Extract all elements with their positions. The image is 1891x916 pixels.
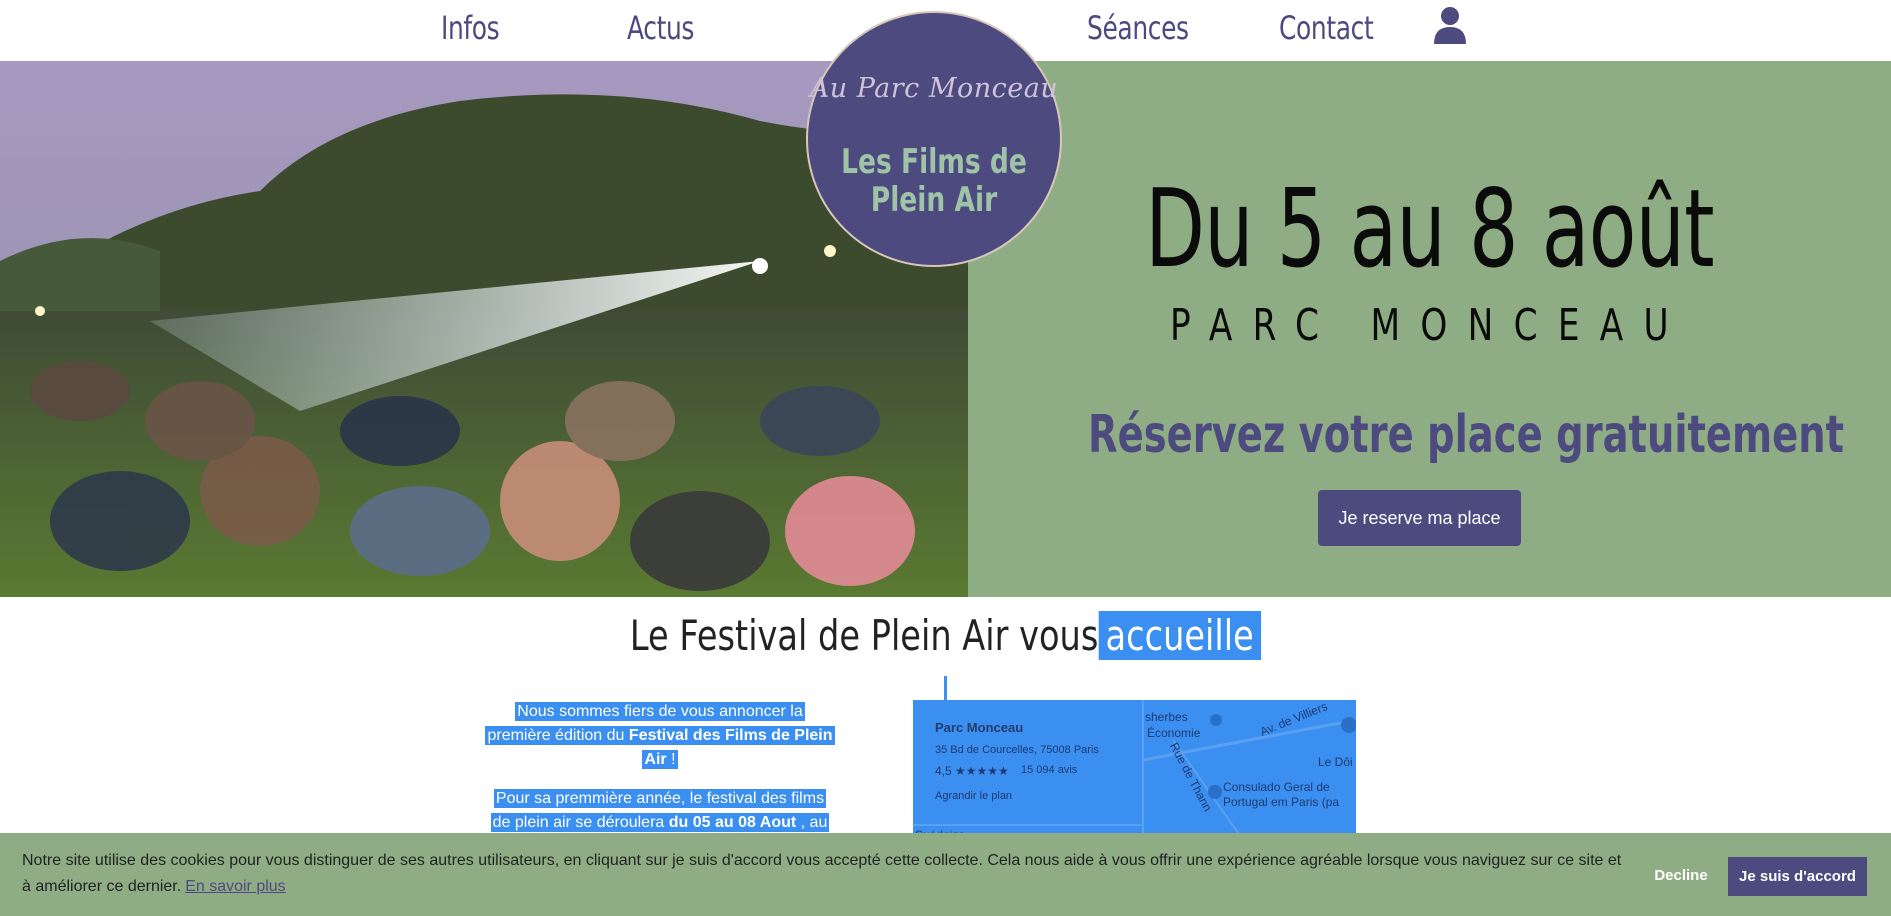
- learn-more-link[interactable]: En savoir plus: [185, 878, 286, 895]
- dates-paragraph: Pour sa premmière année, le festival des…: [490, 789, 830, 832]
- map-enlarge-link[interactable]: Agrandir le plan: [935, 790, 1012, 802]
- welcome-heading: Le Festival de Plein Air vous accueille: [0, 606, 1891, 666]
- festival-location: PARC MONCEAU: [1170, 300, 1689, 351]
- logo-script-text: Au Parc Monceau: [809, 73, 1059, 104]
- map-pin-marker: [944, 676, 947, 700]
- nav-link-actus[interactable]: Actus: [627, 4, 694, 52]
- map-label: Le Dôi: [1318, 755, 1353, 769]
- welcome-text: Nous sommes fiers de vous annoncer la pr…: [484, 700, 836, 850]
- decline-button[interactable]: Decline: [1640, 858, 1722, 894]
- accept-button[interactable]: Je suis d'accord: [1728, 857, 1867, 896]
- welcome-heading-text: Le Festival de Plein Air vous: [629, 611, 1099, 660]
- festival-dates-heading: Du 5 au 8 août: [1145, 167, 1715, 292]
- map-label: Consulado Geral de: [1223, 780, 1330, 794]
- user-icon[interactable]: [1430, 4, 1470, 44]
- map-place-address: 35 Bd de Courcelles, 75008 Paris: [935, 744, 1099, 756]
- intro-paragraph: Nous sommes fiers de vous annoncer la pr…: [485, 702, 835, 769]
- google-map-embed[interactable]: Parc Monceau 35 Bd de Courcelles, 75008 …: [913, 700, 1356, 840]
- festival-logo[interactable]: Au Parc Monceau Les Films de Plein Air: [806, 11, 1062, 267]
- cookie-message: Notre site utilise des cookies pour vous…: [22, 852, 1622, 895]
- map-label: Portugal em Paris (pa: [1223, 795, 1340, 809]
- map-place-name: Parc Monceau: [935, 720, 1024, 735]
- map-reviews[interactable]: 15 094 avis: [1021, 764, 1077, 776]
- reserve-button[interactable]: Je reserve ma place: [1318, 490, 1521, 546]
- map-label: sherbes: [1145, 710, 1188, 724]
- free-reservation-heading: Réservez votre place gratuitement: [1087, 405, 1845, 465]
- logo-title: Les Films de Plein Air: [841, 142, 1027, 220]
- nav-link-seances[interactable]: Séances: [1087, 4, 1189, 52]
- nav-link-contact[interactable]: Contact: [1279, 4, 1374, 52]
- map-rating: 4,5 ★★★★★: [935, 764, 1009, 778]
- welcome-heading-highlight: accueille: [1098, 611, 1262, 660]
- cookie-consent-banner: Notre site utilise des cookies pour vous…: [0, 833, 1891, 916]
- nav-link-infos[interactable]: Infos: [441, 4, 500, 52]
- map-label: Économie: [1147, 726, 1201, 740]
